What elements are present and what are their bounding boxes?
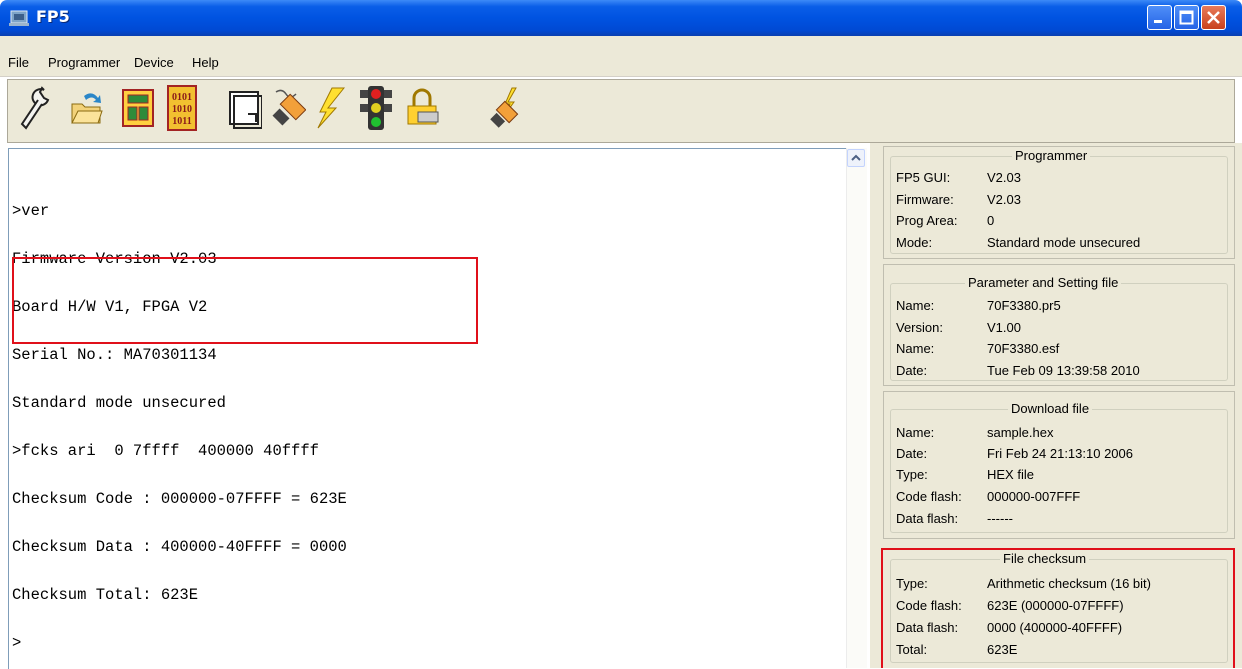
console-scrollbar[interactable] <box>846 148 867 668</box>
console-line: Standard mode unsecured <box>12 394 226 412</box>
download-value: HEX file <box>987 467 1034 482</box>
programmer-value: 0 <box>987 213 995 228</box>
chevron-up-icon <box>851 154 861 161</box>
blank-document-icon[interactable] <box>226 82 262 134</box>
parameter-title: Parameter and Setting file <box>965 275 1122 290</box>
window-title: FP5 <box>36 7 70 26</box>
parameter-value: 70F3380.pr5 <box>987 298 1061 313</box>
download-label: Code flash: <box>896 489 962 504</box>
programmer-label: Prog Area: <box>896 213 958 228</box>
parameter-label: Date: <box>896 363 928 378</box>
settings-wrench-icon[interactable] <box>16 82 52 134</box>
close-icon <box>1207 11 1220 24</box>
programmer-label: FP5 GUI: <box>896 170 951 185</box>
menu-help[interactable]: Help <box>192 55 219 70</box>
title-bar[interactable] <box>0 0 1242 36</box>
console-line: Serial No.: MA70301134 <box>12 346 217 364</box>
app-icon <box>9 10 29 26</box>
download-label: Date: <box>896 446 928 461</box>
download-label: Data flash: <box>896 511 959 526</box>
console-line: >ver <box>12 202 50 220</box>
download-label: Type: <box>896 467 928 482</box>
parameter-value: Tue Feb 09 13:39:58 2010 <box>987 363 1140 378</box>
minimize-button[interactable] <box>1147 5 1172 30</box>
menu-device[interactable]: Device <box>134 55 174 70</box>
download-value: sample.hex <box>987 425 1054 440</box>
download-label: Name: <box>896 425 935 440</box>
traffic-light-icon[interactable] <box>358 82 394 134</box>
menu-programmer[interactable]: Programmer <box>48 55 120 70</box>
parameter-label: Name: <box>896 341 935 356</box>
parameter-label: Version: <box>896 320 943 335</box>
lightning-program-icon[interactable] <box>314 82 350 134</box>
memory-map-icon[interactable] <box>120 82 156 134</box>
programmer-label: Firmware: <box>896 192 954 207</box>
programmer-value: V2.03 <box>987 170 1021 185</box>
open-folder-icon[interactable] <box>68 82 104 134</box>
programmer-label: Mode: <box>896 235 933 250</box>
console-line: Checksum Code : 000000-07FFFF = 623E <box>12 490 347 508</box>
console-highlight-box <box>12 257 478 344</box>
download-value: 000000-007FFF <box>987 489 1081 504</box>
close-button[interactable] <box>1201 5 1226 30</box>
programmer-value: Standard mode unsecured <box>987 235 1141 250</box>
svg-text:0101: 0101 <box>172 92 192 103</box>
console-line: Checksum Data : 400000-40FFFF = 0000 <box>12 538 347 556</box>
menu-file[interactable]: File <box>8 55 29 70</box>
download-value: ------ <box>987 511 1013 526</box>
console-text: >ver Firmware Version V2.03 Board H/W V1… <box>12 171 347 667</box>
maximize-icon <box>1179 10 1194 25</box>
console-prompt: > <box>12 634 22 652</box>
svg-text:1010: 1010 <box>172 104 192 115</box>
disconnect-cable-icon[interactable] <box>490 82 526 134</box>
programmer-title: Programmer <box>1012 148 1091 163</box>
maximize-button[interactable] <box>1174 5 1199 30</box>
menu-bar <box>0 36 1242 77</box>
download-title: Download file <box>1008 401 1093 416</box>
svg-text:1011: 1011 <box>172 116 191 127</box>
scroll-up-button[interactable] <box>847 149 865 167</box>
minimize-icon <box>1154 20 1162 23</box>
lock-security-icon[interactable] <box>404 82 440 134</box>
binary-data-icon[interactable]: 0101 1010 1011 <box>164 82 200 134</box>
programmer-value: V2.03 <box>987 192 1021 207</box>
console-line: >fcks ari 0 7ffff 400000 40ffff <box>12 442 319 460</box>
parameter-label: Name: <box>896 298 935 313</box>
parameter-value: V1.00 <box>987 320 1021 335</box>
parameter-value: 70F3380.esf <box>987 341 1060 356</box>
connect-cable-icon[interactable] <box>270 82 306 134</box>
download-value: Fri Feb 24 21:13:10 2006 <box>987 446 1133 461</box>
console-line: Checksum Total: 623E <box>12 586 199 604</box>
checksum-highlight-box <box>881 548 1235 668</box>
